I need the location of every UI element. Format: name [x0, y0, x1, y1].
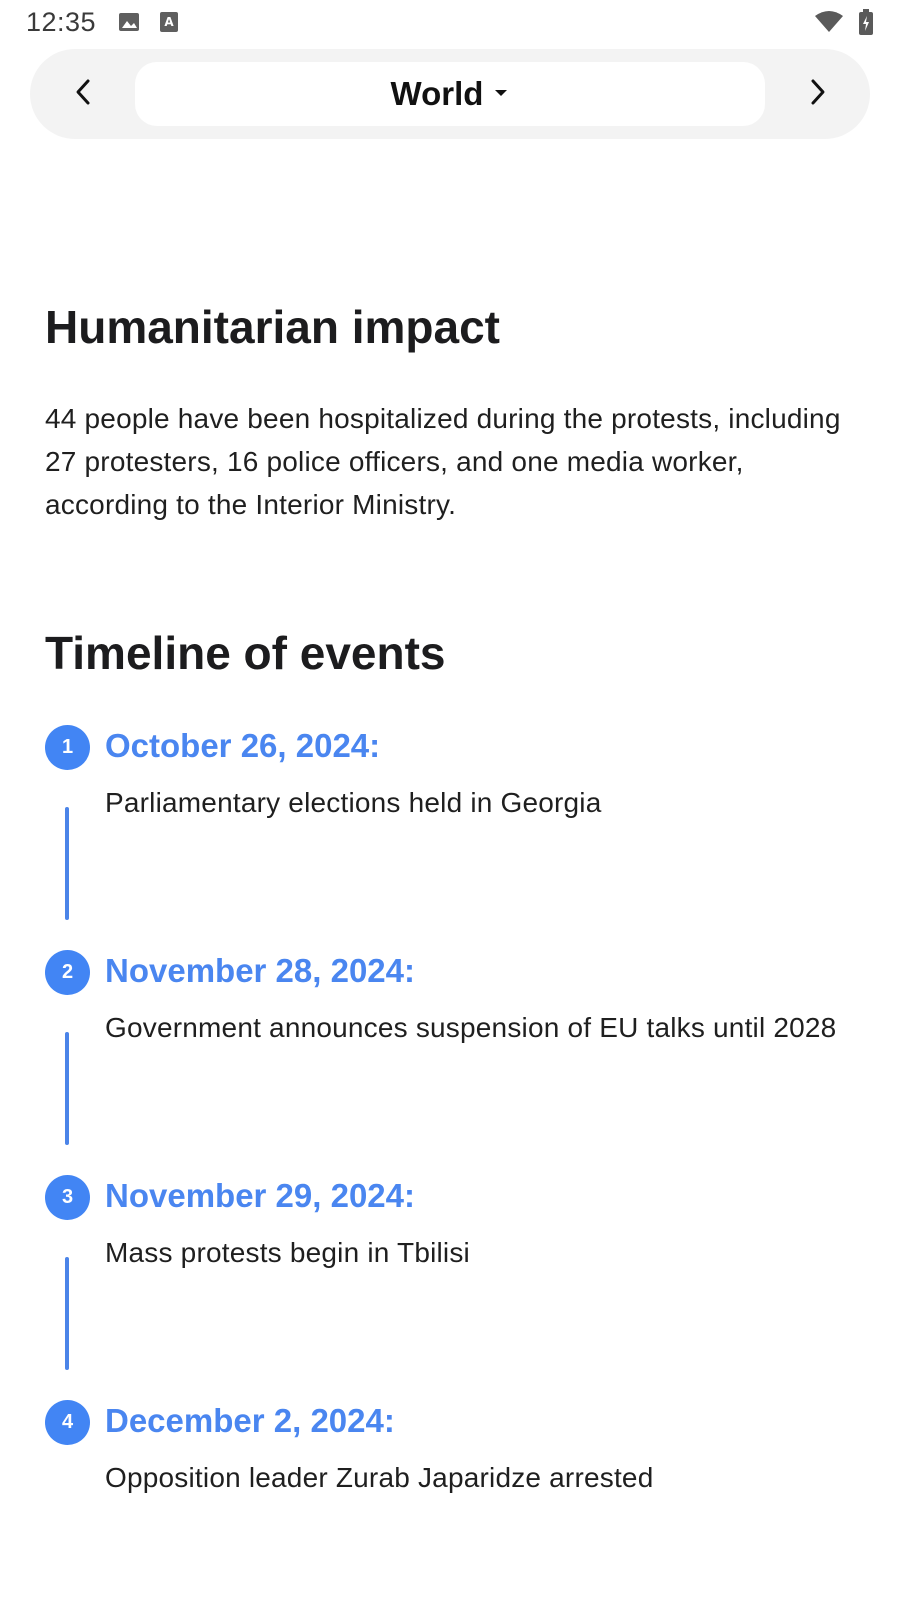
chevron-left-icon [72, 77, 94, 112]
section-dropdown-label: World [390, 75, 484, 112]
timeline-description: Mass protests begin in Tbilisi [105, 1237, 470, 1269]
previous-section-button[interactable] [30, 49, 135, 139]
next-section-button[interactable] [765, 49, 870, 139]
timeline-date: November 28, 2024: [105, 952, 416, 990]
timeline-step-badge: 3 [45, 1175, 90, 1221]
text-a-icon: A [158, 11, 180, 33]
timeline-description: Government announces suspension of EU ta… [105, 1012, 837, 1044]
section-navigation-bar: World [30, 49, 870, 139]
timeline-connector [65, 1032, 69, 1146]
humanitarian-impact-text: 44 people have been hospitalized during … [45, 403, 841, 521]
timeline-date: December 2, 2024: [105, 1402, 395, 1440]
timeline-step-badge: 4 [45, 1400, 90, 1446]
svg-text:A: A [164, 15, 174, 29]
timeline-date: November 29, 2024: [105, 1177, 416, 1215]
humanitarian-impact-heading: Humanitarian impact [45, 301, 500, 353]
status-time: 12:35 [26, 6, 97, 37]
timeline-connector [65, 1257, 69, 1371]
timeline-description: Parliamentary elections held in Georgia [105, 787, 602, 819]
timeline-step-badge: 1 [45, 725, 90, 771]
battery-charging-icon [858, 9, 874, 35]
status-bar: 12:35 A [0, 0, 900, 44]
caret-down-icon [493, 85, 509, 103]
timeline-item: 4 December 2, 2024: Opposition leader Zu… [45, 1400, 855, 1510]
timeline-list: 1 October 26, 2024: Parliamentary electi… [45, 725, 855, 1510]
chevron-right-icon [807, 77, 829, 112]
timeline-date: October 26, 2024: [105, 727, 381, 765]
timeline-step-badge: 2 [45, 950, 90, 996]
timeline-item: 3 November 29, 2024: Mass protests begin… [45, 1175, 855, 1400]
article-content: Humanitarian impact 44 people have been … [45, 300, 855, 1510]
timeline-connector [65, 807, 69, 921]
wifi-icon [814, 11, 844, 33]
status-notification-icons: A [118, 11, 180, 33]
section-dropdown[interactable]: World [135, 62, 765, 126]
timeline-item: 1 October 26, 2024: Parliamentary electi… [45, 725, 855, 950]
timeline-heading: Timeline of events [45, 627, 446, 680]
timeline-description: Opposition leader Zurab Japaridze arrest… [105, 1462, 654, 1494]
status-system-icons [814, 9, 874, 35]
image-icon [118, 11, 140, 33]
timeline-item: 2 November 28, 2024: Government announce… [45, 950, 855, 1175]
